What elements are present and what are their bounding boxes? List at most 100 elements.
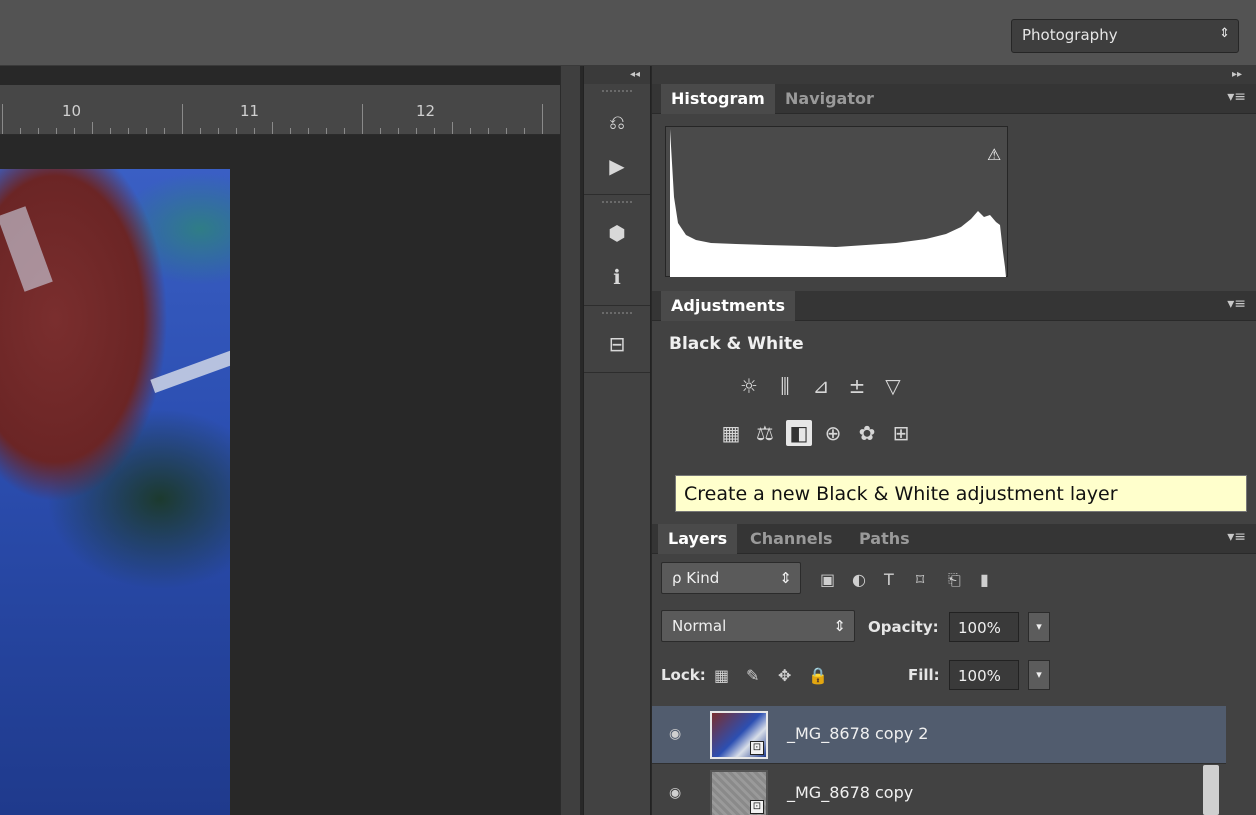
workspace-label: Photography xyxy=(1022,26,1118,44)
opacity-input[interactable]: 100% xyxy=(949,612,1019,642)
color-balance-icon[interactable]: ⚖ xyxy=(752,420,778,446)
adjustment-layer-filter-icon[interactable]: ◐ xyxy=(852,570,866,589)
brightness-contrast-icon[interactable]: ☼ xyxy=(736,373,762,399)
filter-toggle-icon[interactable]: ▮ xyxy=(980,570,989,589)
ruler-label-11: 11 xyxy=(240,102,260,120)
adjustment-title: Black & White xyxy=(669,334,804,354)
workspace-switcher[interactable]: Photography ⇕ xyxy=(1011,19,1239,53)
opacity-label: Opacity: xyxy=(868,618,939,636)
opacity-dropdown-button[interactable]: ▾ xyxy=(1028,612,1050,642)
ruler-tick xyxy=(434,128,435,134)
tab-histogram[interactable]: Histogram xyxy=(661,84,775,114)
ruler-tick xyxy=(74,128,75,134)
blend-row: Normal ⇕ Opacity: 100% ▾ xyxy=(652,606,1256,648)
layer-name[interactable]: _MG_8678 copy xyxy=(787,783,913,802)
layers-tabs: Layers Channels Paths ▾≡ xyxy=(652,524,1256,554)
horizontal-ruler[interactable]: 10 11 12 xyxy=(0,85,560,135)
actions-icon[interactable]: ▶ xyxy=(597,146,637,186)
history-icon[interactable]: ⎌ xyxy=(597,102,637,142)
fill-input[interactable]: 100% xyxy=(949,660,1019,690)
ruler-tick xyxy=(290,128,291,134)
smart-object-icon: ⊡ xyxy=(750,741,764,755)
tab-adjustments[interactable]: Adjustments xyxy=(661,291,795,321)
drag-grip-icon[interactable] xyxy=(602,201,632,209)
ruler-tick xyxy=(200,128,201,134)
layer-name[interactable]: _MG_8678 copy 2 xyxy=(787,724,928,743)
black-white-icon[interactable]: ◧ xyxy=(786,420,812,446)
ruler-label-10: 10 xyxy=(62,102,82,120)
ruler-tick xyxy=(452,122,453,134)
lock-transparent-icon[interactable]: ▦ xyxy=(714,666,729,685)
tab-navigator[interactable]: Navigator xyxy=(775,84,884,114)
layers-scrollbar-thumb[interactable] xyxy=(1203,765,1219,815)
histogram-graph: ⚠ xyxy=(665,126,1008,277)
ruler-tick xyxy=(506,128,507,134)
ruler-tick xyxy=(398,128,399,134)
warning-icon[interactable]: ⚠ xyxy=(987,145,1001,164)
lock-all-icon[interactable]: 🔒 xyxy=(808,666,828,685)
layer-row[interactable]: ◉ ⊡ _MG_8678 copy xyxy=(652,765,1226,815)
layer-comps-icon[interactable]: ⊟ xyxy=(597,324,637,364)
3d-icon[interactable]: ⬢ xyxy=(597,213,637,253)
image-highlight xyxy=(150,349,230,393)
pixel-layer-filter-icon[interactable]: ▣ xyxy=(820,570,835,589)
ruler-tick xyxy=(416,128,417,134)
curves-icon[interactable]: ⊿ xyxy=(808,373,834,399)
chevron-updown-icon: ⇕ xyxy=(779,569,792,587)
document-canvas[interactable] xyxy=(0,136,560,815)
document-scrollbar[interactable] xyxy=(560,66,580,815)
shape-layer-filter-icon[interactable]: ⌑ xyxy=(916,570,924,589)
ruler-tick xyxy=(182,104,183,134)
layer-thumbnail: ⊡ xyxy=(710,711,768,759)
tab-channels[interactable]: Channels xyxy=(740,524,843,554)
tooltip: Create a new Black & White adjustment la… xyxy=(675,475,1247,512)
exposure-icon[interactable]: ± xyxy=(844,373,870,399)
vibrance-icon[interactable]: ▽ xyxy=(880,373,906,399)
photo-filter-icon[interactable]: ⊕ xyxy=(820,420,846,446)
ruler-tick xyxy=(524,128,525,134)
panel-menu-icon[interactable]: ▾≡ xyxy=(1227,296,1246,312)
panels-column: ▸▸ Histogram Navigator ▾≡ ⚠ Adjustments … xyxy=(652,66,1256,815)
ruler-tick xyxy=(110,128,111,134)
color-lookup-icon[interactable]: ⊞ xyxy=(888,420,914,446)
ruler-label-12: 12 xyxy=(416,102,436,120)
ruler-tick xyxy=(2,104,3,134)
lock-position-icon[interactable]: ✥ xyxy=(778,666,791,685)
tab-layers[interactable]: Layers xyxy=(658,524,738,554)
panel-menu-icon[interactable]: ▾≡ xyxy=(1227,529,1246,545)
ruler-tick xyxy=(308,128,309,134)
histogram-tabs: Histogram Navigator ▾≡ xyxy=(652,84,1256,114)
layer-row[interactable]: ◉ ⊡ _MG_8678 copy 2 xyxy=(652,706,1226,764)
layer-thumbnail: ⊡ xyxy=(710,770,768,815)
panel-dock: ◂◂ ⎌ ▶ ⬢ ℹ ⊟ xyxy=(583,66,651,815)
drag-grip-icon[interactable] xyxy=(602,90,632,98)
ruler-tick xyxy=(326,128,327,134)
hue-saturation-icon[interactable]: ▦ xyxy=(718,420,744,446)
filter-kind-label: ρ Kind xyxy=(672,569,720,587)
histogram-plot xyxy=(670,129,1006,277)
visibility-eye-icon[interactable]: ◉ xyxy=(669,785,681,801)
expand-panels-button[interactable]: ▸▸ xyxy=(652,66,1256,84)
dock-group-1: ⎌ ▶ xyxy=(584,90,650,195)
panel-menu-icon[interactable]: ▾≡ xyxy=(1227,89,1246,105)
ruler-tick xyxy=(542,104,543,134)
info-icon[interactable]: ℹ xyxy=(597,257,637,297)
levels-icon[interactable]: ⫼ xyxy=(772,373,798,399)
adjustments-tabs: Adjustments ▾≡ xyxy=(652,291,1256,321)
tab-paths[interactable]: Paths xyxy=(849,524,920,554)
adjustment-icons-row-2: ▦ ⚖ ◧ ⊕ ✿ ⊞ xyxy=(652,420,1256,454)
channel-mixer-icon[interactable]: ✿ xyxy=(854,420,880,446)
lock-image-icon[interactable]: ✎ xyxy=(746,666,759,685)
type-layer-filter-icon[interactable]: T xyxy=(884,570,894,589)
smart-object-filter-icon[interactable]: ⎗ xyxy=(948,570,961,590)
fill-dropdown-button[interactable]: ▾ xyxy=(1028,660,1050,690)
filter-kind-select[interactable]: ρ Kind ⇕ xyxy=(661,562,801,594)
dock-group-2: ⬢ ℹ xyxy=(584,201,650,306)
document-image[interactable] xyxy=(0,169,230,815)
smart-object-icon: ⊡ xyxy=(750,800,764,814)
drag-grip-icon[interactable] xyxy=(602,312,632,320)
ruler-tick xyxy=(20,128,21,134)
blend-mode-select[interactable]: Normal ⇕ xyxy=(661,610,855,642)
visibility-eye-icon[interactable]: ◉ xyxy=(669,726,681,742)
collapse-dock-button[interactable]: ◂◂ xyxy=(584,66,650,84)
